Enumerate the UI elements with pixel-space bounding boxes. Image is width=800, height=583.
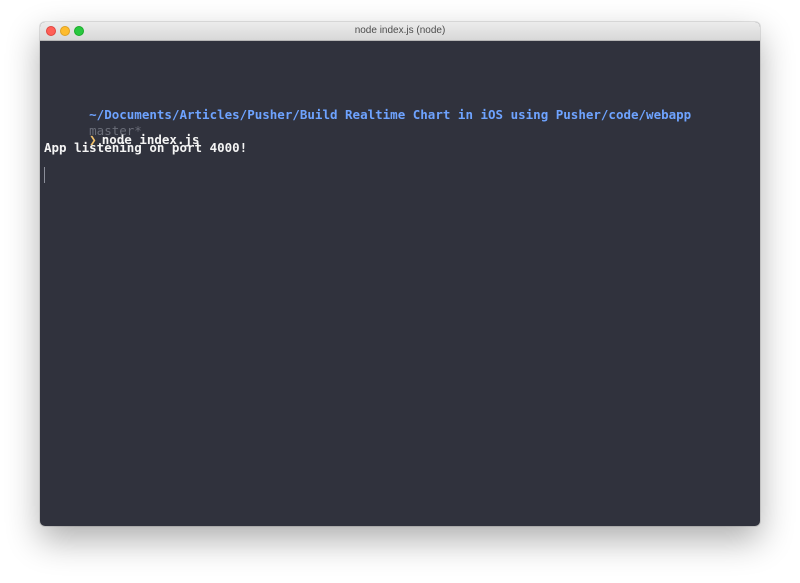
terminal-content[interactable]: ~/Documents/Articles/Pusher/Build Realti… [40, 41, 760, 526]
text-cursor [44, 167, 45, 183]
terminal-window: node index.js (node) ~/Documents/Article… [40, 22, 760, 526]
window-title: node index.js (node) [354, 25, 446, 36]
title-bar[interactable]: node index.js (node) [40, 22, 760, 41]
output-line: App listening on port 4000! [44, 140, 248, 155]
